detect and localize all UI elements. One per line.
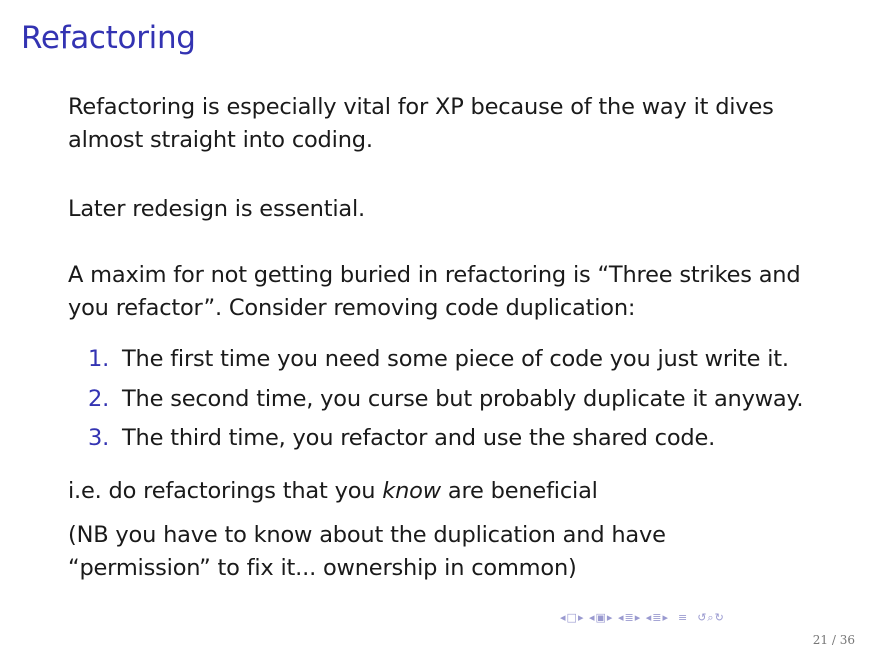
paragraph-do-refactorings: i.e. do refactorings that you know are b… (68, 475, 598, 508)
para4-after: are beneficial (440, 478, 598, 504)
next-subsection-icon[interactable]: ▸ (607, 611, 614, 624)
paragraph-nb-note: (NB you have to know about the duplicati… (68, 522, 666, 581)
para4-before: i.e. do refactorings that you (68, 478, 383, 504)
next-section2-icon[interactable]: ▸ (662, 611, 669, 624)
paragraph-later-redesign: Later redesign is essential. (68, 196, 365, 222)
align-icon[interactable]: ≡ (674, 611, 693, 624)
list-number: 2. (88, 385, 110, 412)
section2-icon[interactable]: ≣ (652, 611, 662, 624)
next-frame-icon[interactable]: ▸ (578, 611, 585, 624)
list-number: 1. (88, 346, 110, 372)
paragraph-three-strikes: A maxim for not getting buried in refact… (68, 262, 801, 321)
list-item: 1. The first time you need some piece of… (88, 345, 803, 385)
three-strikes-list: 1. The first time you need some piece of… (88, 345, 804, 464)
subsection-icon[interactable]: ▣ (596, 611, 607, 624)
list-item: 2. The second time, you curse but probab… (88, 385, 804, 425)
list-text: The second time, you curse but probably … (122, 385, 804, 412)
page-number: 21 / 36 (812, 633, 855, 647)
para4-emphasis: know (382, 478, 441, 504)
list-number: 3. (88, 425, 110, 451)
search-icon[interactable]: ↺⌕↻ (697, 611, 725, 625)
list-text: The third time, you refactor and use the… (122, 425, 716, 451)
next-section-icon[interactable]: ▸ (635, 611, 642, 624)
list-text: The first time you need some piece of co… (122, 346, 789, 372)
list-item: 3. The third time, you refactor and use … (88, 424, 803, 464)
paragraph-refactoring-vital: Refactoring is especially vital for XP b… (68, 94, 774, 153)
slide-title: Refactoring (21, 20, 196, 56)
section-icon[interactable]: ≣ (624, 611, 634, 624)
frame-icon[interactable]: □ (567, 611, 578, 624)
beamer-navigation: ◂□▸ ◂▣▸ ◂≣▸ ◂≣▸ ≡ ↺⌕↻ (560, 611, 725, 625)
